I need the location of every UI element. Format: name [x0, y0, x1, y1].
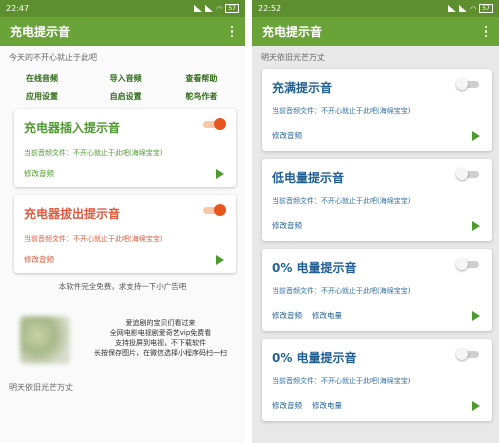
toggle-switch[interactable]: [202, 204, 226, 216]
more-vert-icon[interactable]: [227, 25, 237, 38]
card-title: 充电器插入提示音: [24, 121, 121, 135]
toggle-switch[interactable]: [202, 118, 226, 130]
free-software-note: 本软件完全免费，求支持一下小广告吧: [58, 282, 187, 291]
app-bar: 充电提示音: [0, 17, 245, 46]
toggle-switch[interactable]: [456, 348, 480, 360]
main-content: 今天的不开心就止于此吧 在线音频 导入音频 查看帮助 应用设置 自启设置 鸵鸟作…: [0, 46, 245, 443]
edit-level-button[interactable]: 修改电量: [312, 310, 342, 321]
toggle-switch[interactable]: [456, 78, 480, 90]
play-icon[interactable]: [472, 310, 480, 321]
signal-icon: [194, 5, 203, 12]
action-app-settings[interactable]: 应用设置: [26, 91, 96, 102]
current-audio-file: 当前音频文件：不开心就止于此吧(海绵宝宝): [272, 107, 411, 115]
action-author[interactable]: 鸵鸟作者: [165, 91, 235, 102]
play-icon[interactable]: [472, 130, 480, 141]
battery-icon: 57: [479, 4, 493, 13]
screenshot-composite: 22:47 ◠ 57 充电提示音 今天的不开心就止于此吧 在线音频 导入音频 查…: [0, 0, 499, 443]
card-title: 低电量提示音: [272, 171, 345, 185]
ad-line: 长按保存图片，在微信选择小程序码扫一扫: [94, 349, 227, 357]
battery-icon: 57: [225, 4, 239, 13]
status-bar: 22:47 ◠ 57: [0, 0, 245, 17]
main-content: 明天依旧光芒万丈 充满提示音 当前音频文件：不开心就止于此吧(海绵宝宝) 修改音…: [252, 46, 499, 443]
left-phone-screen: 22:47 ◠ 57 充电提示音 今天的不开心就止于此吧 在线音频 导入音频 查…: [0, 0, 245, 443]
card-zero-percent-sound-2: 0% 电量提示音 当前音频文件：不开心就止于此吧(海绵宝宝) 修改音频 修改电量: [262, 339, 492, 421]
quick-actions: 在线音频 导入音频 查看帮助 应用设置 自启设置 鸵鸟作者: [0, 67, 245, 109]
ad-line: 全网电影电视剧爱奇艺vip免费看: [109, 329, 212, 337]
daily-quote: 明天依旧光芒万丈: [261, 53, 325, 62]
card-low-battery-sound: 低电量提示音 当前音频文件：不开心就止于此吧(海绵宝宝) 修改音频: [262, 159, 492, 241]
play-icon[interactable]: [216, 168, 224, 179]
ad-line: 爱追剧的宝贝们看过来: [125, 319, 196, 327]
card-title: 0% 电量提示音: [272, 261, 357, 275]
ad-text: 爱追剧的宝贝们看过来 全网电影电视剧爱奇艺vip免费看 支持投屏到电视，不下载软…: [78, 318, 243, 358]
action-online-audio[interactable]: 在线音频: [26, 73, 96, 84]
play-icon[interactable]: [472, 400, 480, 411]
edit-audio-button[interactable]: 修改音频: [272, 220, 302, 231]
edit-audio-button[interactable]: 修改音频: [272, 310, 302, 321]
toggle-switch[interactable]: [456, 258, 480, 270]
bottom-quote: 明天依旧光芒万丈: [9, 383, 73, 392]
app-title: 充电提示音: [10, 25, 71, 39]
divider: [245, 0, 252, 443]
edit-audio-button[interactable]: 修改音频: [272, 130, 302, 141]
edit-level-button[interactable]: 修改电量: [312, 400, 342, 411]
current-audio-file: 当前音频文件：不开心就止于此吧(海绵宝宝): [272, 287, 411, 295]
status-time: 22:47: [6, 4, 30, 13]
edit-audio-button[interactable]: 修改音频: [24, 168, 54, 179]
edit-audio-button[interactable]: 修改音频: [272, 400, 302, 411]
play-icon[interactable]: [216, 254, 224, 265]
card-full-charge-sound: 充满提示音 当前音频文件：不开心就止于此吧(海绵宝宝) 修改音频: [262, 69, 492, 151]
card-unplug-sound: 充电器拔出提示音 当前音频文件：不开心就止于此吧(海绵宝宝) 修改音频: [14, 195, 236, 273]
right-phone-screen: 22:52 ◠ 57 充电提示音 明天依旧光芒万丈 充满提示音 当前音频文件：不…: [252, 0, 499, 443]
card-plug-in-sound: 充电器插入提示音 当前音频文件：不开心就止于此吧(海绵宝宝) 修改音频: [14, 109, 236, 187]
play-icon[interactable]: [472, 220, 480, 231]
edit-audio-button[interactable]: 修改音频: [24, 254, 54, 265]
signal-icon: [205, 5, 214, 12]
card-zero-percent-sound: 0% 电量提示音 当前音频文件：不开心就止于此吧(海绵宝宝) 修改音频 修改电量: [262, 249, 492, 331]
wifi-icon: ◠: [216, 4, 223, 13]
card-title: 充满提示音: [272, 81, 333, 95]
ad-banner[interactable]: 爱追剧的宝贝们看过来 全网电影电视剧爱奇艺vip免费看 支持投屏到电视，不下载软…: [0, 296, 245, 378]
current-audio-file: 当前音频文件：不开心就止于此吧(海绵宝宝): [24, 149, 163, 157]
status-bar: 22:52 ◠ 57: [252, 0, 499, 17]
action-view-help[interactable]: 查看帮助: [165, 73, 235, 84]
wifi-icon: ◠: [470, 4, 477, 13]
signal-icon: [448, 5, 457, 12]
more-vert-icon[interactable]: [481, 25, 491, 38]
card-title: 0% 电量提示音: [272, 351, 357, 365]
card-title: 充电器拔出提示音: [24, 207, 121, 221]
status-time: 22:52: [258, 4, 282, 13]
current-audio-file: 当前音频文件：不开心就止于此吧(海绵宝宝): [272, 377, 411, 385]
status-icons: ◠ 57: [194, 4, 239, 13]
daily-quote: 今天的不开心就止于此吧: [9, 53, 97, 62]
current-audio-file: 当前音频文件：不开心就止于此吧(海绵宝宝): [24, 235, 163, 243]
qr-code-image: [20, 316, 70, 364]
action-autostart-settings[interactable]: 自启设置: [96, 91, 166, 102]
action-import-audio[interactable]: 导入音频: [96, 73, 166, 84]
ad-line: 支持投屏到电视，不下载软件: [115, 339, 206, 347]
signal-icon: [459, 5, 468, 12]
app-bar: 充电提示音: [252, 17, 499, 46]
current-audio-file: 当前音频文件：不开心就止于此吧(海绵宝宝): [272, 197, 411, 205]
app-title: 充电提示音: [262, 25, 323, 39]
status-icons: ◠ 57: [448, 4, 493, 13]
toggle-switch[interactable]: [456, 168, 480, 180]
